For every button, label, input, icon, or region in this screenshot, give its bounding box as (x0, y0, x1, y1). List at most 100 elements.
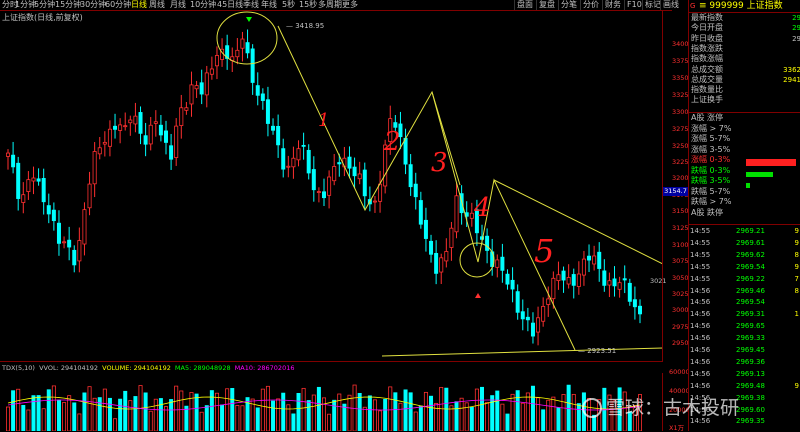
timeframe-tab[interactable]: 45日线 (217, 0, 243, 10)
timeframe-tab[interactable]: 季线 (243, 0, 259, 10)
candle-body (199, 82, 204, 95)
trend-line[interactable] (493, 179, 663, 265)
timeframe-tab[interactable]: 日线 (131, 0, 147, 10)
quote-row-value: 29 (792, 14, 800, 22)
timeframe-tab[interactable]: 5分钟 (34, 0, 55, 10)
vol-axis-60000: 60000 (669, 368, 690, 376)
candle-body (627, 282, 632, 302)
candle-body (189, 84, 194, 105)
toolbar-button[interactable]: 分笔 (558, 0, 579, 10)
timeframe-tab[interactable]: 周线 (149, 0, 165, 10)
volume-bar (133, 396, 138, 431)
candle-body (169, 145, 174, 160)
candle-body (551, 277, 556, 300)
candle-body (510, 279, 515, 290)
toolbar-button[interactable]: 财务 (602, 0, 623, 10)
candle-body (102, 141, 107, 145)
candle-body (587, 255, 592, 261)
toolbar-button[interactable]: F10 (624, 0, 644, 10)
volume-bar (209, 390, 214, 431)
timeframe-tab[interactable]: 多周期 (318, 0, 342, 10)
price-axis-tick: 3375 (672, 57, 689, 65)
tick-volume: 1 (794, 310, 799, 319)
price-axis-tick: 3075 (672, 257, 689, 265)
toolbar-button[interactable]: 复盘 (536, 0, 557, 10)
volume-bar (230, 388, 235, 431)
candle-body (357, 173, 362, 180)
candle-body (520, 311, 525, 320)
volume-bar (495, 390, 500, 431)
volume-bar (31, 395, 36, 431)
volume-bar (41, 408, 46, 431)
candle-body (306, 149, 311, 174)
volume-bar (469, 406, 474, 431)
quote-row-label: 指数涨跌 (691, 43, 723, 53)
timeframe-tab[interactable]: 15分钟 (55, 0, 81, 10)
panel-divider (689, 224, 800, 225)
volume-bar (281, 392, 286, 431)
volume-bar (271, 400, 276, 431)
volume-bar (327, 413, 332, 431)
wave-label-1: 1 (318, 110, 330, 131)
breadth-row: 跌幅 3-5% (691, 176, 731, 185)
volume-bar (87, 386, 92, 431)
timeframe-tab[interactable]: 更多 (342, 0, 358, 10)
volume-chart[interactable] (0, 373, 663, 431)
volume-bar (72, 402, 77, 431)
candle-body (541, 305, 546, 322)
quote-row-value: 2941 (783, 75, 800, 84)
tick-row: 14:56 2969.33 (689, 333, 800, 344)
candle-body (123, 125, 128, 128)
highlight-circle[interactable] (216, 11, 278, 65)
candle-body (194, 85, 199, 90)
volume-legend: TDX(5,10) VVOL: 294104192 VOLUME: 294104… (0, 364, 663, 373)
timeframe-tab[interactable]: 年线 (261, 0, 277, 10)
index-code-title[interactable]: ≡ 999999 上证指数 (699, 1, 783, 11)
tick-price: 2969.21 (736, 227, 765, 235)
tick-time: 14:56 (690, 346, 711, 354)
quote-row-label: 最新指数 (691, 13, 723, 22)
candle-body (158, 124, 163, 136)
toolbar-button[interactable]: 画线 (660, 0, 681, 10)
candle-body (638, 305, 643, 315)
volume-bar (541, 409, 546, 431)
tick-row: 14:56 2969.54 (689, 297, 800, 308)
candle-body (21, 194, 26, 203)
tick-price: 2969.48 (736, 381, 765, 390)
trend-line[interactable] (381, 347, 663, 357)
timeframe-tab[interactable]: 1分钟 (15, 0, 36, 10)
toolbar-button[interactable]: 分价 (580, 0, 601, 10)
candlestick-chart[interactable]: — 3418.95 — 2923.51 (0, 10, 663, 362)
timeframe-tab[interactable]: 5秒 (282, 0, 295, 10)
candle-body (6, 152, 11, 157)
timeframe-tab[interactable]: 60分钟 (105, 0, 131, 10)
tick-time: 14:56 (690, 334, 711, 343)
candle-body (107, 128, 112, 147)
quote-row-label: 昨日收盘 (691, 33, 723, 43)
volume-bar (179, 390, 184, 431)
timeframe-tab[interactable]: 月线 (170, 0, 186, 10)
volume-bar (510, 393, 515, 431)
quote-row-label: 总成交额 (691, 64, 723, 74)
breadth-row: 涨幅 0-3% (691, 155, 731, 164)
volume-bar (571, 393, 576, 431)
volume-bar (520, 402, 525, 431)
volume-bar (118, 398, 123, 431)
candle-body (418, 200, 423, 225)
volume-bar (332, 399, 337, 431)
price-axis-tick: 3025 (672, 290, 689, 298)
candle-body (118, 124, 123, 131)
candle-body (265, 99, 270, 124)
timeframe-tab[interactable]: 10分钟 (190, 0, 216, 10)
toolbar-button[interactable]: 盘面 (514, 0, 535, 10)
tick-price: 2969.61 (736, 238, 765, 247)
timeframe-tab[interactable]: 30分钟 (80, 0, 106, 10)
tick-time: 14:55 (690, 227, 711, 235)
timeframe-tab[interactable]: 15秒 (299, 0, 317, 10)
volume-bar (500, 403, 505, 431)
volume-bar (556, 407, 561, 431)
volume-bar (485, 402, 490, 431)
quote-row-label: 总成交量 (691, 74, 723, 84)
trend-line[interactable] (277, 25, 576, 351)
candle-body (128, 119, 133, 124)
